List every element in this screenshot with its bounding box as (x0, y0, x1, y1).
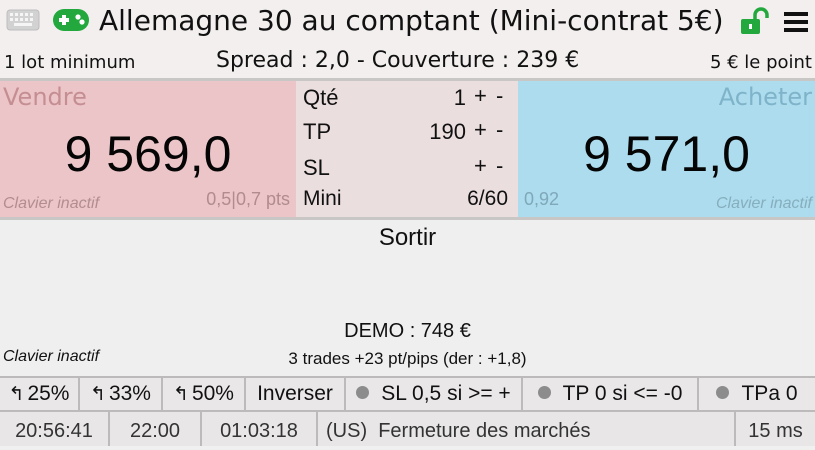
sl-rule-toggle[interactable]: SL 0,5 si >= + (346, 378, 523, 410)
unlocked-padlock-icon[interactable] (740, 7, 770, 35)
tp-label: TP (303, 119, 332, 144)
spread-cover-label: Spread : 2,0 - Couverture : 239 € (216, 48, 580, 73)
invert-button[interactable]: Inverser (246, 378, 346, 410)
buy-price[interactable]: 9 571,0 (518, 121, 815, 187)
sl-status-dot-icon (356, 386, 370, 400)
instrument-title: Allemagne 30 au comptant (Mini-contrat 5… (99, 4, 724, 37)
demo-balance: DEMO : 748 € (344, 320, 471, 342)
sell-panel[interactable]: Vendre 9 569,0 Clavier inactif 0,5|0,7 p… (0, 81, 296, 217)
qty-label: Qté (303, 85, 339, 110)
tp-minus-button[interactable]: - (496, 117, 503, 143)
order-panel: Qté 1 + - TP 190 + - SL + - Mini 6/60 (296, 81, 518, 217)
keyboard-icon[interactable] (6, 8, 40, 32)
mini-label: Mini (303, 187, 342, 210)
tp-value[interactable]: 190 (406, 119, 466, 145)
tp-rule-label: TP 0 si <= -0 (562, 382, 683, 405)
return-arrow-icon: ↰ (173, 384, 189, 405)
buy-keyboard-status: Clavier inactif (715, 195, 812, 212)
sell-keyboard-status: Clavier inactif (3, 195, 100, 212)
close-50-button[interactable]: ↰ 50% (163, 378, 246, 410)
sl-rule-label: SL 0,5 si >= + (381, 382, 511, 405)
time-to-close: 01:03:18 (202, 412, 318, 446)
gamepad-icon[interactable] (52, 8, 90, 32)
sl-plus-button[interactable]: + (474, 153, 487, 179)
sell-spread-pts: 0,5|0,7 pts (206, 189, 290, 209)
return-arrow-icon: ↰ (90, 384, 106, 405)
qty-value[interactable]: 1 (406, 85, 466, 111)
close-25-button[interactable]: ↰ 25% (0, 378, 80, 410)
mini-value: 6/60 (467, 187, 508, 210)
tp-rule-toggle[interactable]: TP 0 si <= -0 (523, 378, 699, 410)
sell-label: Vendre (3, 83, 87, 111)
per-point-label: 5 € le point (709, 52, 812, 73)
status-bar: 20:56:41 22:00 01:03:18 (US) Fermeture d… (0, 412, 815, 446)
info-row: 1 lot minimum Spread : 2,0 - Couverture … (0, 44, 815, 78)
close-33-button[interactable]: ↰ 33% (80, 378, 163, 410)
tpa-toggle[interactable]: TPa 0 (699, 378, 815, 410)
hamburger-menu-icon[interactable] (784, 11, 808, 33)
return-arrow-icon: ↰ (8, 384, 25, 405)
buy-panel[interactable]: Acheter 9 571,0 0,92 Clavier inactif (518, 81, 815, 217)
market-status-message: (US) Fermeture des marchés (318, 412, 736, 446)
latency: 15 ms (748, 420, 803, 442)
qty-plus-button[interactable]: + (474, 83, 487, 109)
sl-minus-button[interactable]: - (496, 153, 503, 179)
exit-keyboard-status: Clavier inactif (3, 348, 100, 365)
current-time: 20:56:41 (0, 412, 110, 446)
title-bar: Allemagne 30 au comptant (Mini-contrat 5… (0, 0, 815, 44)
tp-plus-button[interactable]: + (474, 117, 487, 143)
buy-label: Acheter (718, 83, 812, 111)
exit-button[interactable]: Sortir (0, 224, 815, 252)
sl-label: SL (303, 155, 330, 180)
close-50-label: 50% (191, 382, 234, 405)
close-25-label: 25% (27, 382, 70, 405)
close-33-label: 33% (108, 382, 151, 405)
min-lot-label: 1 lot minimum (4, 52, 136, 73)
sell-price[interactable]: 9 569,0 (0, 121, 296, 187)
market-close-time: 22:00 (110, 412, 202, 446)
exit-panel[interactable]: Sortir DEMO : 748 € 3 trades +23 pt/pips… (0, 220, 815, 376)
buy-spread-value: 0,92 (524, 189, 560, 209)
tp-status-dot-icon (537, 386, 551, 400)
action-row: ↰ 25% ↰ 33% ↰ 50% Inverser SL 0,5 si >= + T… (0, 376, 815, 412)
tpa-label: TPa 0 (741, 382, 798, 405)
qty-minus-button[interactable]: - (496, 83, 503, 109)
trades-summary: 3 trades +23 pt/pips (der : +1,8) (288, 349, 527, 368)
tpa-status-dot-icon (716, 386, 730, 400)
